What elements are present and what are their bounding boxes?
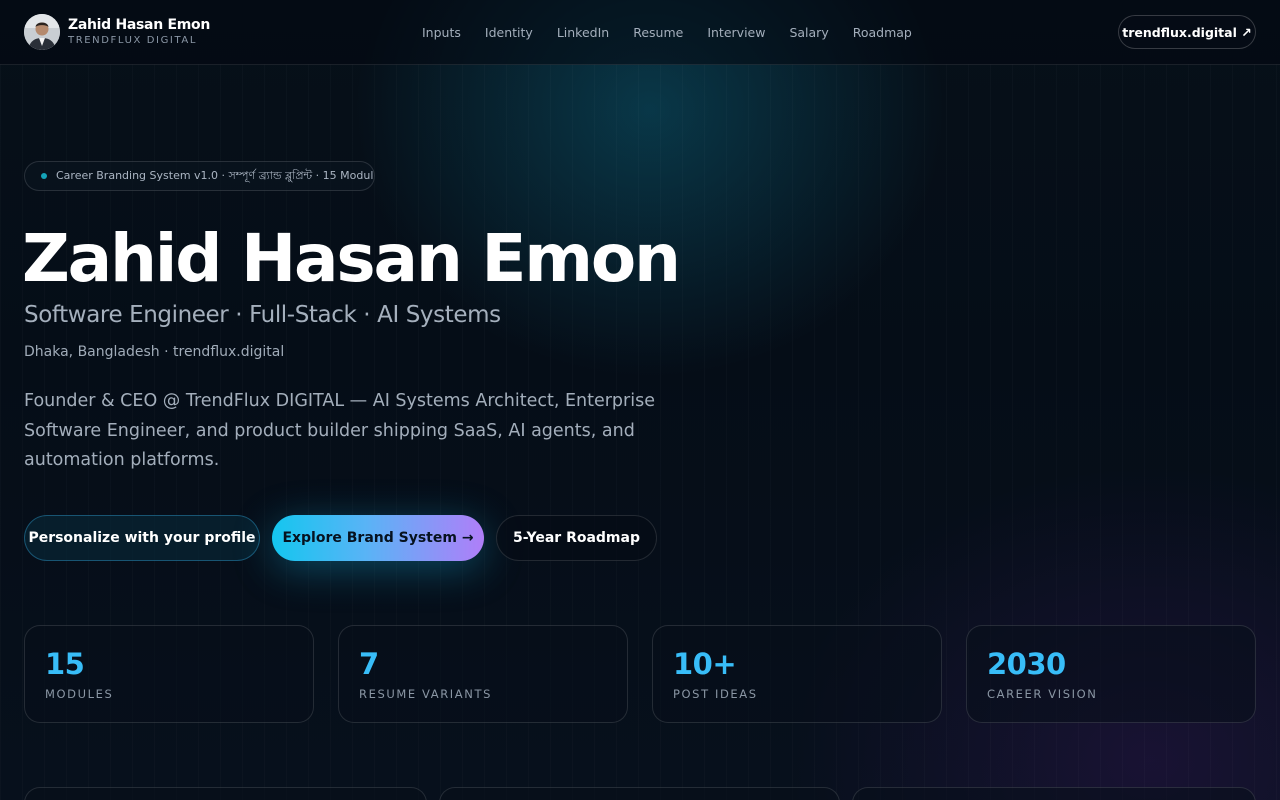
nav-item-interview[interactable]: Interview bbox=[695, 25, 777, 40]
stat-value: 15 bbox=[45, 647, 85, 681]
version-pill-text: Career Branding System v1.0 · সম্পূর্ণ ব… bbox=[56, 168, 375, 182]
brand[interactable]: Zahid Hasan Emon TRENDFLUX DIGITAL bbox=[24, 14, 210, 50]
avatar-photo-icon bbox=[24, 14, 60, 50]
explore-brand-system-button[interactable]: Explore Brand System → bbox=[272, 515, 484, 561]
stats-row: 15 MODULES 7 RESUME VARIANTS 10+ POST ID… bbox=[24, 625, 1256, 723]
nav-item-identity[interactable]: Identity bbox=[473, 25, 545, 40]
module-card[interactable] bbox=[24, 787, 427, 800]
personalize-button[interactable]: Personalize with your profile bbox=[24, 515, 260, 561]
hero-name-heading: Zahid Hasan Emon bbox=[22, 220, 681, 297]
stat-card-career-vision: 2030 CAREER VISION bbox=[966, 625, 1256, 723]
module-card[interactable] bbox=[852, 787, 1256, 800]
hero-location: Dhaka, Bangladesh · trendflux.digital bbox=[24, 344, 285, 360]
stat-label: POST IDEAS bbox=[673, 687, 758, 701]
status-dot-icon bbox=[41, 173, 47, 179]
hero-tagline: Software Engineer · Full-Stack · AI Syst… bbox=[24, 302, 501, 328]
version-pill: Career Branding System v1.0 · সম্পূর্ণ ব… bbox=[24, 161, 375, 191]
stat-value: 10+ bbox=[673, 647, 737, 681]
brand-name: Zahid Hasan Emon bbox=[68, 17, 210, 33]
top-navbar: Zahid Hasan Emon TRENDFLUX DIGITAL Input… bbox=[0, 0, 1280, 65]
nav-item-roadmap[interactable]: Roadmap bbox=[841, 25, 924, 40]
hero-bio: Founder & CEO @ TrendFlux DIGITAL — AI S… bbox=[24, 391, 655, 470]
nav-item-inputs[interactable]: Inputs bbox=[410, 25, 473, 40]
stat-value: 7 bbox=[359, 647, 379, 681]
nav-item-salary[interactable]: Salary bbox=[777, 25, 840, 40]
nav-item-linkedin[interactable]: LinkedIn bbox=[545, 25, 621, 40]
website-link-button[interactable]: trendflux.digital ↗ bbox=[1118, 15, 1256, 49]
stat-value: 2030 bbox=[987, 647, 1066, 681]
module-card[interactable] bbox=[439, 787, 840, 800]
avatar bbox=[24, 14, 60, 50]
stat-card-post-ideas: 10+ POST IDEAS bbox=[652, 625, 942, 723]
stat-label: RESUME VARIANTS bbox=[359, 687, 492, 701]
hero-section: Career Branding System v1.0 · সম্পূর্ণ ব… bbox=[0, 65, 1280, 800]
stat-card-resume-variants: 7 RESUME VARIANTS bbox=[338, 625, 628, 723]
stat-label: MODULES bbox=[45, 687, 114, 701]
nav-item-resume[interactable]: Resume bbox=[621, 25, 695, 40]
stat-card-modules: 15 MODULES bbox=[24, 625, 314, 723]
roadmap-button[interactable]: 5-Year Roadmap bbox=[496, 515, 657, 561]
main-nav: Inputs Identity LinkedIn Resume Intervie… bbox=[410, 0, 924, 64]
stat-label: CAREER VISION bbox=[987, 687, 1098, 701]
brand-subtitle: TRENDFLUX DIGITAL bbox=[68, 35, 198, 46]
